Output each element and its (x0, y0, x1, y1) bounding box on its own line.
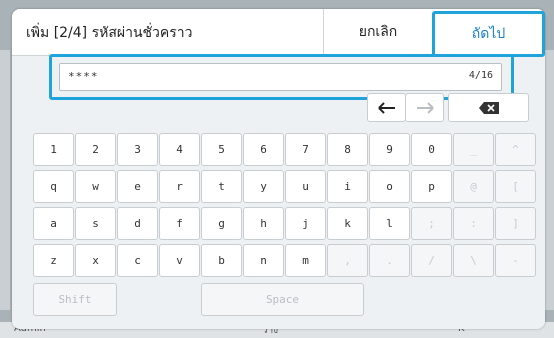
key[interactable]: o (369, 170, 410, 203)
key[interactable]: k (327, 207, 368, 240)
background-right-strip (545, 50, 554, 310)
password-input[interactable]: **** 4/16 (59, 63, 502, 91)
key[interactable]: d (117, 207, 158, 240)
key[interactable]: 4 (159, 133, 200, 166)
key[interactable]: g (201, 207, 242, 240)
password-dialog: เพิ่ม [2/4] รหัสผ่านชั่วคราว ยกเลิก ถัดไ… (12, 9, 545, 329)
key[interactable]: s (75, 207, 116, 240)
key[interactable]: c (117, 244, 158, 277)
key: / (411, 244, 452, 277)
key[interactable]: j (285, 207, 326, 240)
key[interactable]: y (243, 170, 284, 203)
key[interactable]: u (285, 170, 326, 203)
key: \ (453, 244, 494, 277)
key[interactable]: h (243, 207, 284, 240)
key[interactable]: x (75, 244, 116, 277)
cursor-left-button[interactable] (367, 93, 406, 122)
key: . (369, 244, 410, 277)
key[interactable]: n (243, 244, 284, 277)
key: ^ (495, 133, 536, 166)
password-char-count: 4/16 (468, 70, 493, 81)
key[interactable]: 7 (285, 133, 326, 166)
key: ; (411, 207, 452, 240)
key: _ (453, 133, 494, 166)
dialog-header: เพิ่ม [2/4] รหัสผ่านชั่วคราว ยกเลิก ถัดไ… (12, 9, 545, 57)
password-masked-value: **** (68, 70, 99, 83)
key[interactable]: f (159, 207, 200, 240)
arrow-left-icon (377, 101, 395, 114)
key[interactable]: r (159, 170, 200, 203)
key[interactable]: p (411, 170, 452, 203)
key[interactable]: m (285, 244, 326, 277)
key[interactable]: 6 (243, 133, 284, 166)
dialog-title: เพิ่ม [2/4] รหัสผ่านชั่วคราว (26, 25, 193, 41)
cursor-right-button[interactable] (405, 93, 444, 122)
key[interactable]: 9 (369, 133, 410, 166)
key[interactable]: a (33, 207, 74, 240)
space-key[interactable]: Space (201, 283, 364, 316)
key[interactable]: q (33, 170, 74, 203)
key: [ (495, 170, 536, 203)
arrow-right-icon (416, 101, 434, 114)
key[interactable]: t (201, 170, 242, 203)
key[interactable]: e (117, 170, 158, 203)
key[interactable]: 5 (201, 133, 242, 166)
key: : (453, 207, 494, 240)
key[interactable]: v (159, 244, 200, 277)
key: - (495, 244, 536, 277)
key[interactable]: 3 (117, 133, 158, 166)
key: ] (495, 207, 536, 240)
key[interactable]: 1 (33, 133, 74, 166)
key[interactable]: l (369, 207, 410, 240)
key: @ (453, 170, 494, 203)
key[interactable]: 2 (75, 133, 116, 166)
background-left-strip (0, 50, 10, 310)
key[interactable]: z (33, 244, 74, 277)
key[interactable]: 8 (327, 133, 368, 166)
shift-key[interactable]: Shift (33, 283, 117, 316)
backspace-button[interactable] (448, 93, 529, 122)
cancel-button[interactable]: ยกเลิก (323, 9, 432, 55)
key[interactable]: w (75, 170, 116, 203)
key[interactable]: i (327, 170, 368, 203)
key[interactable]: b (201, 244, 242, 277)
key: , (327, 244, 368, 277)
password-field-highlight: **** 4/16 (49, 54, 514, 100)
key[interactable]: 0 (411, 133, 452, 166)
backspace-icon (478, 101, 499, 114)
next-button[interactable]: ถัดไป (432, 11, 545, 57)
